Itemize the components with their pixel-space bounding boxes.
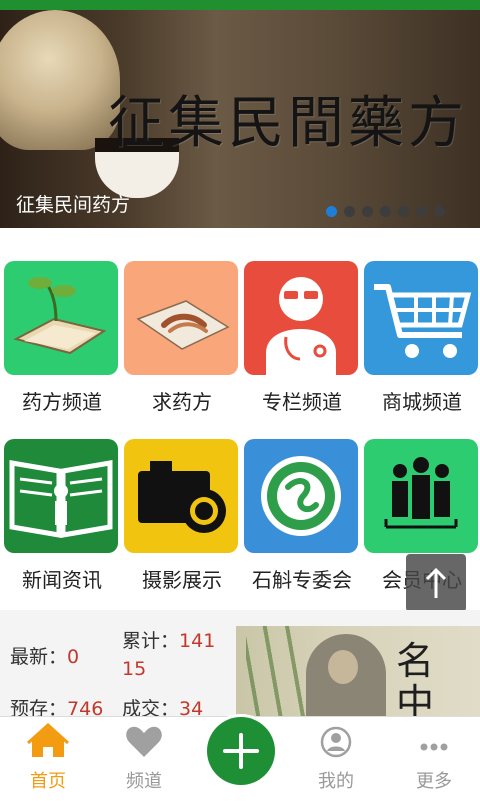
nav-mine[interactable]: 我的: [296, 717, 376, 801]
tile-request-prescription[interactable]: [124, 261, 238, 375]
banner-caption: 征集民间药方: [16, 194, 131, 216]
tile-mall-channel[interactable]: [364, 261, 478, 375]
stat-label: 最新：: [10, 646, 68, 668]
stat-value: 15: [122, 658, 147, 680]
promo-image[interactable]: 名 中: [236, 626, 480, 716]
sprout-book-icon: [13, 277, 107, 355]
nav-label: 频道: [126, 771, 162, 792]
society-logo-icon: [261, 456, 341, 536]
sage-face: [328, 650, 358, 684]
tile-label: 专栏频道: [262, 390, 342, 414]
tile-dendrobium-committee[interactable]: [244, 439, 358, 553]
nav-more[interactable]: 更多: [394, 717, 474, 801]
banner-calligraphy: 征集民間藥方: [108, 91, 468, 156]
nav-channel[interactable]: 频道: [104, 717, 184, 801]
stat-latest: 最新：0: [10, 642, 79, 669]
herb-jar-image: [0, 10, 120, 150]
bamboo-image: [246, 626, 306, 716]
user-icon: [320, 726, 352, 758]
stat-total: 累计：141: [122, 626, 215, 653]
tile-label: 药方频道: [22, 390, 102, 414]
plus-icon: [223, 733, 259, 769]
tile-news[interactable]: [4, 439, 118, 553]
tile-member-center[interactable]: [364, 439, 478, 553]
nav-label: 首页: [30, 771, 66, 792]
carousel-dot[interactable]: [416, 206, 427, 217]
camera-icon: [138, 461, 226, 533]
tile-column-channel[interactable]: [244, 261, 358, 375]
carousel-dot[interactable]: [326, 206, 337, 217]
stat-value: 0: [67, 646, 80, 668]
tile-label: 求药方: [152, 390, 212, 414]
more-dots-icon: [420, 743, 448, 751]
tile-label: 石斛专委会: [252, 568, 352, 592]
cart-icon: [374, 284, 472, 358]
info-book-icon: [9, 460, 113, 538]
tile-label: 摄影展示: [142, 568, 222, 592]
herbs-paper-icon: [136, 300, 230, 350]
promo-char: 中: [396, 681, 435, 716]
tile-label: 商城频道: [382, 390, 462, 414]
carousel-dot[interactable]: [434, 206, 445, 217]
banner-carousel[interactable]: 征集民間藥方 征集民间药方: [0, 10, 480, 228]
tile-label: 新闻资讯: [22, 568, 102, 592]
back-to-top-button[interactable]: [406, 554, 466, 612]
arrow-up-icon: [425, 567, 447, 598]
stat-total-cont: 15: [122, 658, 146, 680]
status-bar: [0, 0, 480, 10]
doctor-icon: [266, 277, 336, 375]
carousel-indicator: [326, 206, 445, 217]
tile-photography[interactable]: [124, 439, 238, 553]
carousel-dot[interactable]: [344, 206, 355, 217]
members-icon: [384, 457, 458, 529]
carousel-dot[interactable]: [398, 206, 409, 217]
stat-value: 141: [179, 630, 216, 652]
nav-label: 更多: [416, 771, 452, 792]
tile-prescription-channel[interactable]: [4, 261, 118, 375]
heart-icon: [126, 726, 162, 757]
nav-label: 我的: [318, 771, 354, 792]
add-button[interactable]: [207, 717, 275, 785]
carousel-dot[interactable]: [380, 206, 391, 217]
stat-label: 累计：: [122, 630, 180, 652]
nav-home[interactable]: 首页: [8, 717, 88, 801]
home-icon: [26, 722, 70, 757]
carousel-dot[interactable]: [362, 206, 373, 217]
